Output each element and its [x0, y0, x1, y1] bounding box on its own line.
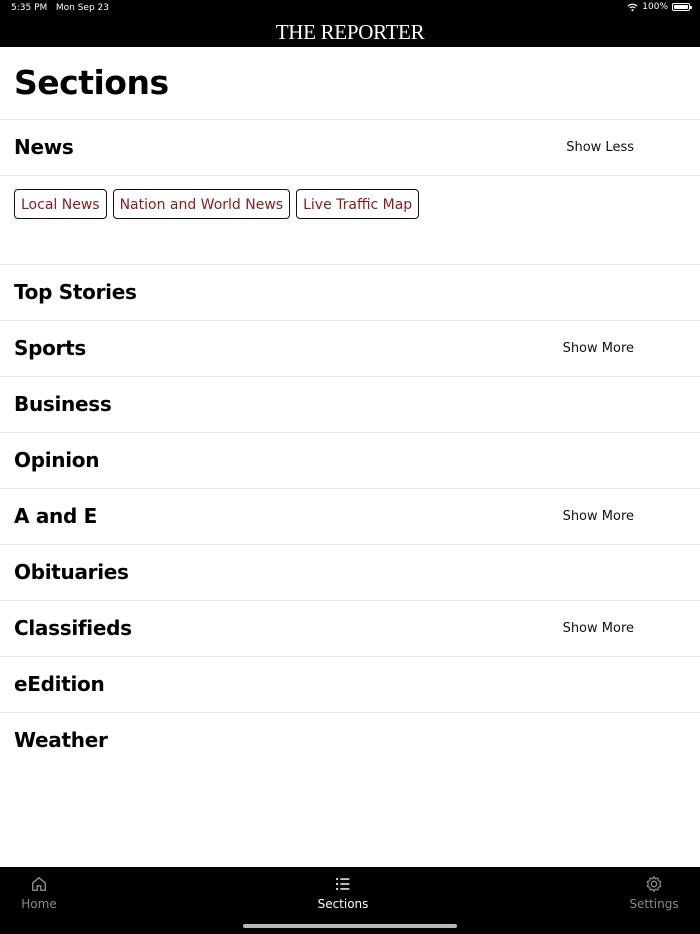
- list-icon: [336, 877, 350, 891]
- tab-label-settings: Settings: [629, 897, 679, 911]
- section-label-sports: Sports: [14, 336, 86, 360]
- section-label-weather: Weather: [14, 728, 108, 752]
- section-label-eedition: eEdition: [14, 672, 105, 696]
- app-header: THE REPORTER: [0, 18, 700, 47]
- section-label-obituaries: Obituaries: [14, 560, 129, 584]
- home-indicator[interactable]: [243, 924, 457, 928]
- subsection-chips: Local News Nation and World News Live Tr…: [14, 189, 420, 219]
- status-date: Mon Sep 23: [55, 3, 109, 13]
- tab-home[interactable]: Home: [20, 875, 58, 911]
- tab-label-sections: Sections: [317, 897, 369, 911]
- section-row-a-and-e[interactable]: A and E Show More: [0, 489, 700, 545]
- chip-nation-and-world-news[interactable]: Nation and World News: [112, 189, 291, 219]
- news-subsections: Local News Nation and World News Live Tr…: [0, 176, 700, 265]
- section-row-news[interactable]: News Show Less: [0, 120, 700, 176]
- wifi-icon: [627, 3, 638, 11]
- section-row-classifieds[interactable]: Classifieds Show More: [0, 601, 700, 657]
- status-time: 5:35 PM: [11, 3, 48, 13]
- show-more-button-sports[interactable]: Show More: [563, 321, 634, 376]
- tab-sections[interactable]: Sections: [313, 875, 373, 911]
- section-label-a-and-e: A and E: [14, 504, 98, 528]
- section-label-top-stories: Top Stories: [14, 280, 137, 304]
- gear-icon: [646, 875, 662, 893]
- masthead-logo: THE REPORTER: [275, 20, 425, 44]
- section-row-top-stories[interactable]: Top Stories: [0, 265, 700, 321]
- page-title: Sections: [14, 63, 169, 102]
- section-row-opinion[interactable]: Opinion: [0, 433, 700, 489]
- battery-icon: [672, 3, 692, 11]
- section-row-obituaries[interactable]: Obituaries: [0, 545, 700, 601]
- tab-label-home: Home: [21, 897, 57, 911]
- battery-percent: 100%: [642, 2, 668, 12]
- show-less-button-news[interactable]: Show Less: [566, 120, 634, 175]
- status-bar: 5:35 PM Mon Sep 23 100%: [0, 0, 700, 18]
- section-label-classifieds: Classifieds: [14, 616, 132, 640]
- status-right: 100%: [627, 2, 692, 12]
- home-icon: [31, 876, 47, 892]
- section-label-news: News: [14, 135, 74, 159]
- status-time-date: 5:35 PM Mon Sep 23: [11, 3, 109, 13]
- section-row-eedition[interactable]: eEdition: [0, 657, 700, 713]
- section-row-business[interactable]: Business: [0, 377, 700, 433]
- chip-local-news[interactable]: Local News: [14, 189, 107, 219]
- section-row-weather[interactable]: Weather: [0, 713, 700, 768]
- section-label-opinion: Opinion: [14, 448, 100, 472]
- show-more-button-classifieds[interactable]: Show More: [563, 601, 634, 656]
- tab-settings[interactable]: Settings: [628, 875, 680, 911]
- chip-live-traffic-map[interactable]: Live Traffic Map: [296, 189, 420, 219]
- sections-list: News Show Less Local News Nation and Wor…: [0, 119, 700, 768]
- section-row-sports[interactable]: Sports Show More: [0, 321, 700, 377]
- show-more-button-a-and-e[interactable]: Show More: [563, 489, 634, 544]
- section-label-business: Business: [14, 392, 112, 416]
